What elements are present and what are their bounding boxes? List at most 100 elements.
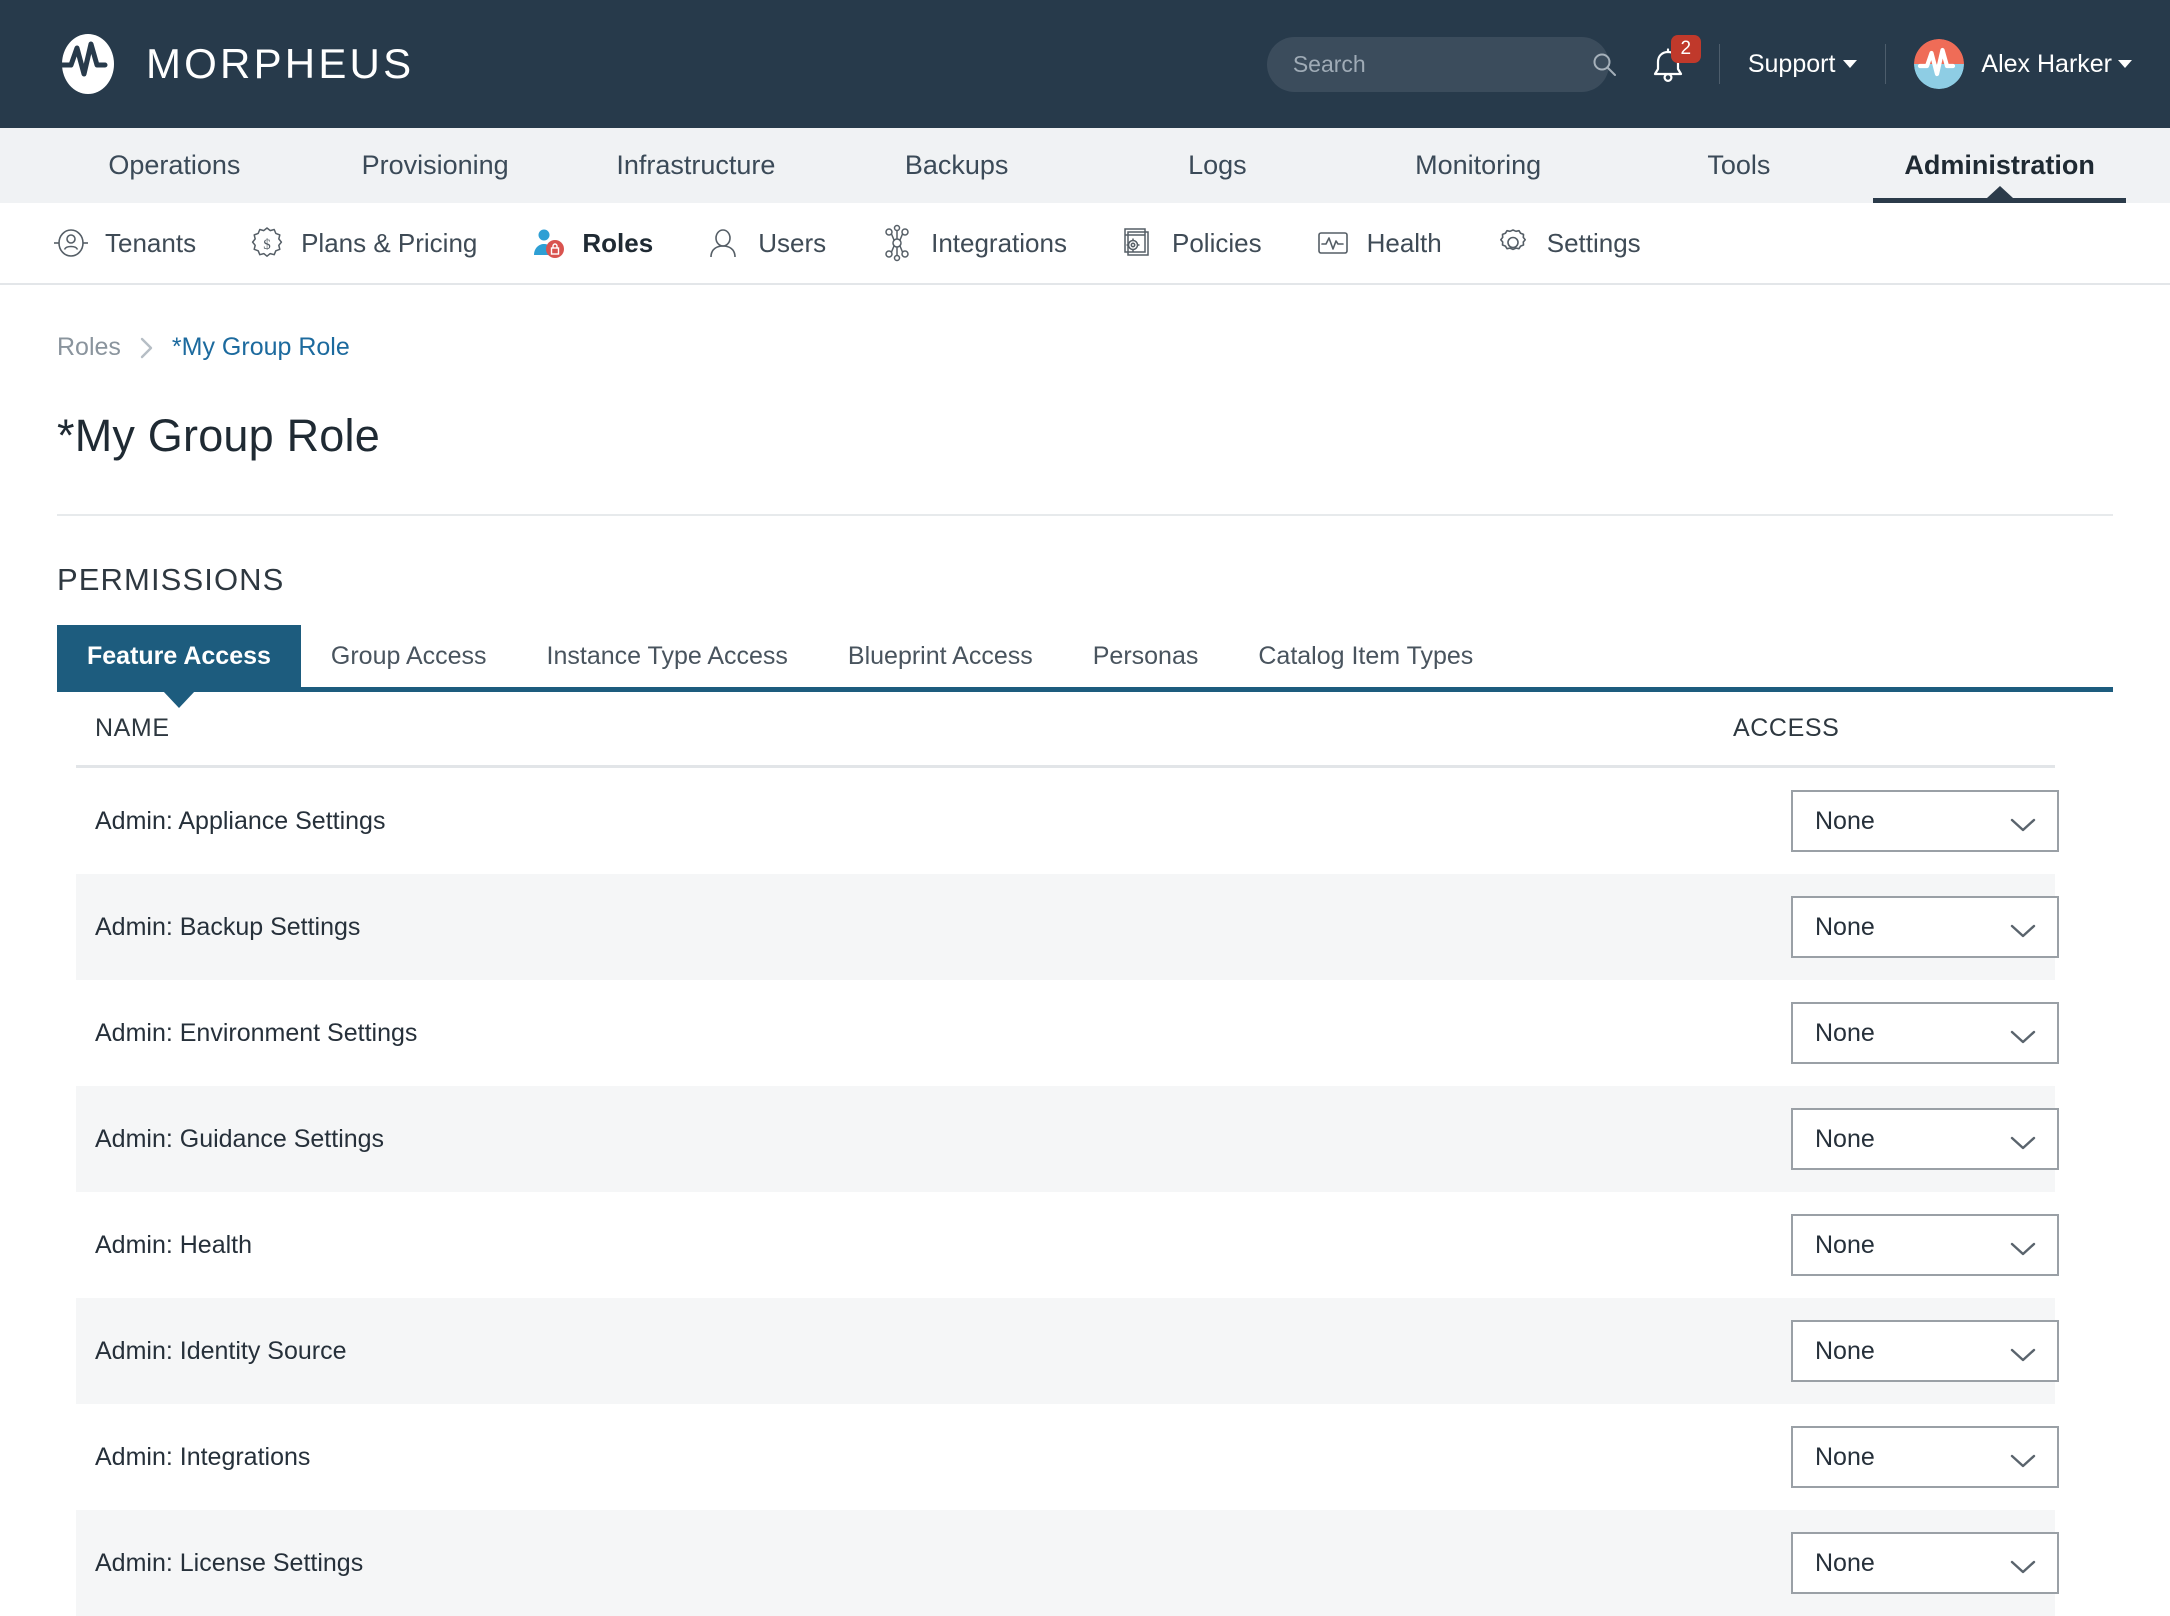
sidebar-item-integrations[interactable]: Integrations xyxy=(878,224,1067,262)
table-row: Admin: Backup Settings None xyxy=(57,874,2113,980)
access-select[interactable]: None xyxy=(1791,1002,2059,1064)
chevron-down-icon xyxy=(2009,1448,2037,1466)
sidebar-item-label: Roles xyxy=(582,228,653,259)
row-name: Admin: License Settings xyxy=(57,1549,1791,1578)
row-access: None xyxy=(1791,1532,2113,1594)
tab-label: Instance Type Access xyxy=(547,642,788,671)
search-box[interactable] xyxy=(1267,37,1609,92)
nav-label: Operations xyxy=(108,150,240,181)
tab-group-access[interactable]: Group Access xyxy=(301,625,517,687)
user-icon xyxy=(705,224,743,262)
nav-item-backups[interactable]: Backups xyxy=(826,128,1087,203)
search-input[interactable] xyxy=(1291,50,1591,79)
access-select-value: None xyxy=(1815,1019,1875,1048)
divider xyxy=(57,514,2113,516)
sidebar-item-label: Policies xyxy=(1172,228,1262,259)
chevron-right-icon xyxy=(139,336,154,360)
nav-item-infrastructure[interactable]: Infrastructure xyxy=(566,128,827,203)
sidebar-item-label: Integrations xyxy=(931,228,1067,259)
nav-label: Infrastructure xyxy=(616,150,775,181)
row-name: Admin: Integrations xyxy=(57,1443,1791,1472)
nav-label: Backups xyxy=(905,150,1009,181)
tab-label: Feature Access xyxy=(87,642,271,671)
row-name: Admin: Environment Settings xyxy=(57,1019,1791,1048)
sidebar-item-health[interactable]: Health xyxy=(1314,224,1442,262)
access-select[interactable]: None xyxy=(1791,896,2059,958)
table-row: Admin: Environment Settings None xyxy=(57,980,2113,1086)
administration-sub-navigation: Tenants $ Plans & Pricing Roles xyxy=(0,203,2170,285)
support-label: Support xyxy=(1748,50,1836,79)
column-header-access: ACCESS xyxy=(1733,714,2055,743)
access-select-value: None xyxy=(1815,1443,1875,1472)
active-indicator-arrow-icon xyxy=(1987,186,2013,198)
row-name: Admin: Backup Settings xyxy=(57,913,1791,942)
sidebar-item-users[interactable]: Users xyxy=(705,224,826,262)
brand[interactable]: MORPHEUS xyxy=(56,32,414,96)
table-row: Admin: Integrations None xyxy=(57,1404,2113,1510)
chevron-down-icon xyxy=(2009,1024,2037,1042)
gear-icon xyxy=(1494,224,1532,262)
sidebar-item-plans-pricing[interactable]: $ Plans & Pricing xyxy=(248,224,477,262)
support-menu[interactable]: Support xyxy=(1748,50,1858,79)
chevron-down-icon xyxy=(2009,1130,2037,1148)
row-access: None xyxy=(1791,790,2113,852)
sidebar-item-label: Plans & Pricing xyxy=(301,228,477,259)
user-menu[interactable]: Alex Harker xyxy=(1914,39,2132,89)
policies-icon xyxy=(1119,224,1157,262)
chevron-down-icon xyxy=(2009,918,2037,936)
access-select[interactable]: None xyxy=(1791,1214,2059,1276)
table-row: Admin: Guidance Settings None xyxy=(57,1086,2113,1192)
sidebar-item-tenants[interactable]: Tenants xyxy=(52,224,196,262)
breadcrumb-current[interactable]: *My Group Role xyxy=(172,333,350,362)
nav-label: Provisioning xyxy=(362,150,509,181)
nav-label: Logs xyxy=(1188,150,1247,181)
integrations-icon xyxy=(878,224,916,262)
section-heading-permissions: PERMISSIONS xyxy=(57,562,2113,598)
access-select[interactable]: None xyxy=(1791,1108,2059,1170)
tab-label: Personas xyxy=(1093,642,1199,671)
table-row: Admin: Health None xyxy=(57,1192,2113,1298)
nav-item-operations[interactable]: Operations xyxy=(44,128,305,203)
notification-count-badge: 2 xyxy=(1671,35,1701,63)
sidebar-item-settings[interactable]: Settings xyxy=(1494,224,1641,262)
access-select[interactable]: None xyxy=(1791,1532,2059,1594)
divider xyxy=(1719,44,1720,84)
tab-catalog-item-types[interactable]: Catalog Item Types xyxy=(1228,625,1503,687)
tab-blueprint-access[interactable]: Blueprint Access xyxy=(818,625,1063,687)
row-access: None xyxy=(1791,1320,2113,1382)
table-header-row: NAME ACCESS xyxy=(76,692,2055,768)
nav-item-tools[interactable]: Tools xyxy=(1609,128,1870,203)
access-select-value: None xyxy=(1815,1549,1875,1578)
tab-personas[interactable]: Personas xyxy=(1063,625,1229,687)
breadcrumb-roles-link[interactable]: Roles xyxy=(57,333,121,362)
row-access: None xyxy=(1791,1108,2113,1170)
tab-feature-access[interactable]: Feature Access xyxy=(57,625,301,687)
access-select-value: None xyxy=(1815,1125,1875,1154)
roles-icon xyxy=(529,224,567,262)
permissions-tabs: Feature Access Group Access Instance Typ… xyxy=(57,625,2113,692)
main-navigation: Operations Provisioning Infrastructure B… xyxy=(0,128,2170,203)
access-select[interactable]: None xyxy=(1791,1426,2059,1488)
nav-item-administration[interactable]: Administration xyxy=(1869,128,2130,203)
nav-item-monitoring[interactable]: Monitoring xyxy=(1348,128,1609,203)
tab-instance-type-access[interactable]: Instance Type Access xyxy=(517,625,818,687)
access-select[interactable]: None xyxy=(1791,1320,2059,1382)
search-icon xyxy=(1591,51,1617,77)
sidebar-item-policies[interactable]: Policies xyxy=(1119,224,1262,262)
sidebar-item-label: Health xyxy=(1367,228,1442,259)
notifications-button[interactable]: 2 xyxy=(1651,41,1691,87)
chevron-down-icon xyxy=(2009,1342,2037,1360)
tenant-icon xyxy=(52,224,90,262)
nav-item-logs[interactable]: Logs xyxy=(1087,128,1348,203)
chevron-down-icon xyxy=(2009,1236,2037,1254)
sidebar-item-roles[interactable]: Roles xyxy=(529,224,653,262)
nav-label: Administration xyxy=(1904,150,2095,181)
tab-label: Catalog Item Types xyxy=(1258,642,1473,671)
chevron-down-icon xyxy=(2009,812,2037,830)
access-select[interactable]: None xyxy=(1791,790,2059,852)
sidebar-item-label: Users xyxy=(758,228,826,259)
nav-item-provisioning[interactable]: Provisioning xyxy=(305,128,566,203)
nav-label: Tools xyxy=(1707,150,1770,181)
page-content: Roles *My Group Role *My Group Role PERM… xyxy=(0,285,2170,1616)
access-select-value: None xyxy=(1815,913,1875,942)
